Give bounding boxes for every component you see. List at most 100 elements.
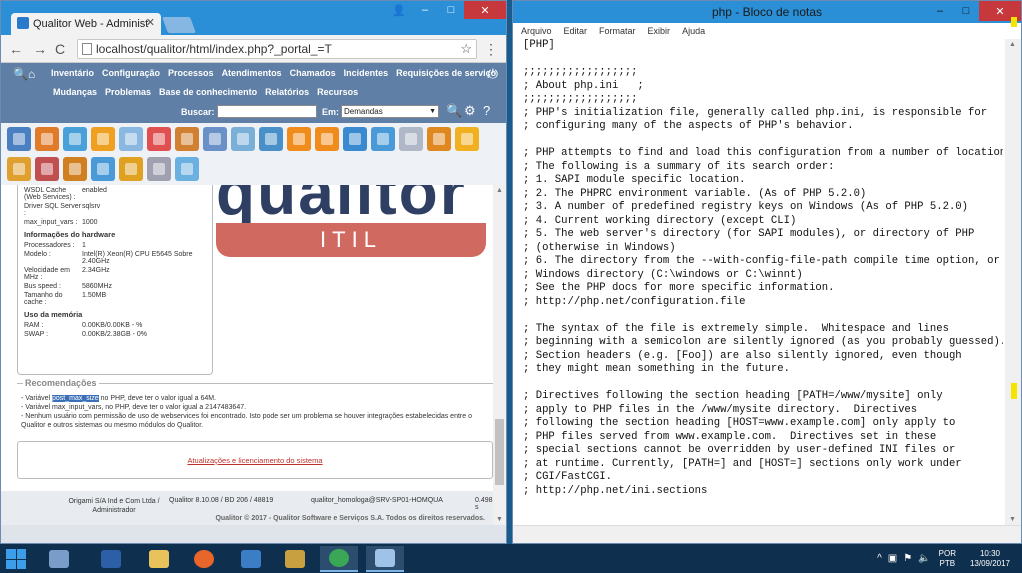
toolbar-shortcut-icon[interactable] bbox=[91, 127, 115, 151]
toolbar-shortcut-icon[interactable] bbox=[427, 127, 451, 151]
menu-item-invent-rio[interactable]: Inventário bbox=[51, 68, 94, 78]
toolbar-shortcut-icon[interactable] bbox=[7, 127, 31, 151]
main-menu-row1: Inventário Configuração Processos Atendimen… bbox=[51, 68, 496, 78]
close-button[interactable]: ✕ bbox=[464, 1, 506, 19]
menu-item-problemas[interactable]: Problemas bbox=[105, 87, 151, 97]
server-manager-taskbar-icon[interactable] bbox=[40, 546, 78, 572]
maximize-button[interactable]: □ bbox=[438, 1, 464, 19]
maximize-button[interactable]: □ bbox=[953, 1, 979, 21]
gear-icon[interactable]: ⚙ bbox=[464, 103, 476, 119]
toolbar-shortcut-icon[interactable] bbox=[35, 127, 59, 151]
forward-button[interactable]: → bbox=[33, 41, 47, 57]
notepad-vscrollbar[interactable]: ▲ ▼ bbox=[1005, 39, 1021, 525]
menu-item-atendimentos[interactable]: Atendimentos bbox=[222, 68, 282, 78]
toolbar-shortcut-icon[interactable] bbox=[371, 127, 395, 151]
menu-editar[interactable]: Editar bbox=[564, 26, 588, 36]
menu-item-base-de-conhecimento[interactable]: Base de conhecimento bbox=[159, 87, 257, 97]
scroll-up-icon[interactable]: ▲ bbox=[1009, 41, 1016, 48]
scroll-down-icon[interactable]: ▼ bbox=[1009, 516, 1016, 523]
search-scope-select[interactable]: Demandas ▼ bbox=[341, 105, 439, 118]
toolbar-shortcut-icon[interactable] bbox=[259, 127, 283, 151]
info-key: Processadores : bbox=[24, 242, 75, 249]
search-home-icon[interactable]: 🔍⌂ bbox=[13, 67, 35, 81]
menu-item-chamados[interactable]: Chamados bbox=[290, 68, 336, 78]
toolbar-shortcut-icon[interactable] bbox=[399, 127, 423, 151]
language: POR bbox=[938, 548, 956, 558]
notepad-text-area[interactable]: [PHP] ;;;;;;;;;;;;;;;;;; ; About php.ini… bbox=[519, 39, 1003, 525]
search-icon[interactable]: 🔍 bbox=[446, 103, 462, 119]
toolbar-shortcut-icon[interactable] bbox=[315, 127, 339, 151]
url-input[interactable]: localhost/qualitor/html/index.php?_porta… bbox=[77, 39, 477, 59]
search-input[interactable] bbox=[217, 105, 317, 118]
chrome-taskbar-icon[interactable] bbox=[320, 546, 358, 572]
scroll-up-icon[interactable]: ▲ bbox=[496, 187, 503, 194]
toolbar-shortcut-icon[interactable] bbox=[35, 157, 59, 181]
user-profile-icon[interactable]: 👤 bbox=[386, 1, 412, 19]
content-scrollbar[interactable]: ▲ ▼ bbox=[493, 185, 506, 525]
toolbar-shortcut-icon[interactable] bbox=[203, 127, 227, 151]
powershell-taskbar-icon[interactable] bbox=[92, 546, 130, 572]
firefox-taskbar-icon[interactable] bbox=[185, 546, 223, 572]
file-explorer-taskbar-icon[interactable] bbox=[140, 546, 178, 572]
menu-item-relat-rios[interactable]: Relatórios bbox=[265, 87, 309, 97]
toolbar-shortcut-icon[interactable] bbox=[287, 127, 311, 151]
scroll-thumb[interactable] bbox=[495, 419, 504, 485]
menu-item-mudan-as[interactable]: Mudanças bbox=[53, 87, 97, 97]
tab-close-icon[interactable]: ✕ bbox=[146, 16, 155, 29]
notepad-taskbar-icon[interactable] bbox=[366, 546, 404, 572]
minimize-button[interactable]: – bbox=[927, 1, 953, 21]
toolbar-shortcut-icon[interactable] bbox=[119, 157, 143, 181]
recommendation-line: - Variável post_max_size no PHP, deve te… bbox=[21, 394, 489, 403]
toolbar-shortcut-icon[interactable] bbox=[231, 127, 255, 151]
toolbar-shortcut-icon[interactable] bbox=[455, 127, 479, 151]
toolbar-shortcut-icon[interactable] bbox=[175, 157, 199, 181]
new-tab-button[interactable] bbox=[162, 17, 196, 33]
menu-item-recursos[interactable]: Recursos bbox=[317, 87, 358, 97]
toolbar-shortcut-icon[interactable] bbox=[63, 157, 87, 181]
minimize-button[interactable]: – bbox=[412, 1, 438, 19]
em-label: Em: bbox=[322, 107, 340, 117]
update-licensing-link[interactable]: Atualizações e licenciamento do sistema bbox=[18, 456, 492, 465]
windows-start-icon[interactable] bbox=[6, 549, 26, 569]
network-icon[interactable]: ▣ bbox=[888, 553, 897, 564]
info-key: Modelo : bbox=[24, 251, 51, 258]
arrow-up-icon[interactable]: ^ bbox=[877, 553, 882, 564]
bookmark-star-icon[interactable]: ☆ bbox=[460, 40, 472, 58]
toolbar-shortcut-icon[interactable] bbox=[91, 157, 115, 181]
app-blue-taskbar-icon[interactable] bbox=[232, 546, 270, 572]
menu-item-requisi-es-de-servi-o[interactable]: Requisições de serviço bbox=[396, 68, 496, 78]
toolbar-shortcut-icon[interactable] bbox=[7, 157, 31, 181]
toolbar-shortcut-icon[interactable] bbox=[175, 127, 199, 151]
toolbar-shortcut-icon[interactable] bbox=[147, 157, 171, 181]
menu-exibir[interactable]: Exibir bbox=[648, 26, 671, 36]
chrome-menu-icon[interactable]: ⋮ bbox=[484, 41, 498, 58]
menu-item-processos[interactable]: Processos bbox=[168, 68, 214, 78]
clock[interactable]: 10:30 13/09/2017 bbox=[964, 549, 1016, 569]
server-manager-icon bbox=[49, 550, 69, 568]
file-explorer-icon bbox=[149, 550, 169, 568]
menu-item-incidentes[interactable]: Incidentes bbox=[344, 68, 389, 78]
notepad-hscrollbar[interactable] bbox=[513, 525, 1021, 543]
toolbar-shortcut-icon[interactable] bbox=[63, 127, 87, 151]
menu-ajuda[interactable]: Ajuda bbox=[682, 26, 705, 36]
rec-text: - Variável bbox=[21, 395, 52, 402]
menu-item-configura-o[interactable]: Configuração bbox=[102, 68, 160, 78]
app-blue-icon bbox=[241, 550, 261, 568]
back-button[interactable]: ← bbox=[9, 41, 23, 57]
qualitor-toolbar bbox=[1, 123, 506, 185]
app-tools-taskbar-icon[interactable] bbox=[276, 546, 314, 572]
volume-icon[interactable]: 🔈 bbox=[918, 553, 930, 564]
scroll-down-icon[interactable]: ▼ bbox=[496, 516, 503, 523]
help-icon[interactable]: ? bbox=[483, 103, 490, 118]
menu-formatar[interactable]: Formatar bbox=[599, 26, 636, 36]
toolbar-shortcut-icon[interactable] bbox=[119, 127, 143, 151]
menu-arquivo[interactable]: Arquivo bbox=[521, 26, 552, 36]
reload-button[interactable]: C bbox=[55, 41, 65, 57]
flag-icon[interactable]: ⚑ bbox=[903, 553, 912, 564]
browser-tab[interactable]: Qualitor Web - Administ ✕ bbox=[11, 13, 161, 35]
toolbar-shortcut-icon[interactable] bbox=[343, 127, 367, 151]
language-indicator[interactable]: POR PTB bbox=[939, 549, 956, 569]
toolbar-shortcut-icon[interactable] bbox=[147, 127, 171, 151]
power-icon[interactable]: ⏻ bbox=[488, 66, 498, 82]
info-value: sqlsrv bbox=[82, 203, 101, 210]
